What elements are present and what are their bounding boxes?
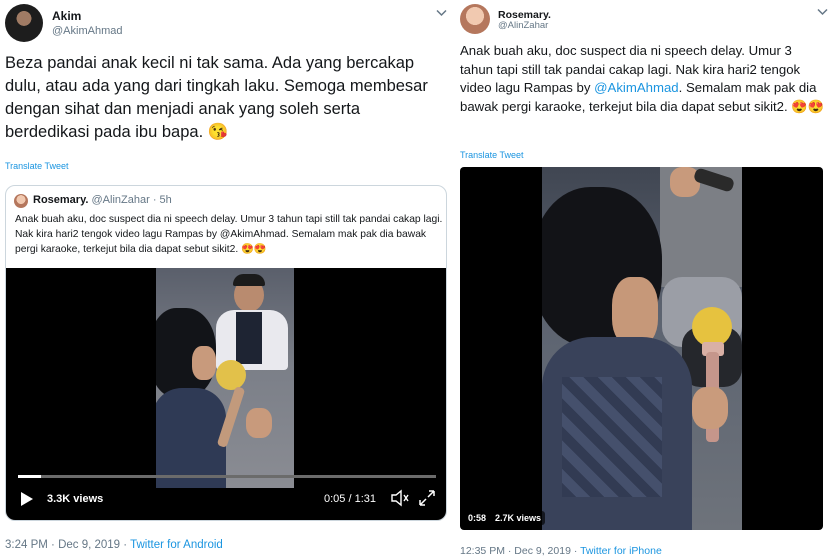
quoted-text: Anak buah aku, doc suspect dia ni speech… [15,214,443,255]
tweet-time[interactable]: 12:35 PM [460,545,505,557]
author-handle[interactable]: @AkimAhmad [52,25,122,37]
quoted-author-handle: @AlinZahar [91,194,150,206]
video-player[interactable]: 0:58 2.7K views [460,167,823,530]
video-time: 0:05 / 1:31 [324,493,376,505]
quoted-header: Rosemary. @AlinZahar · 5h [33,194,172,206]
quoted-age: 5h [159,194,172,206]
translate-tweet-link[interactable]: Translate Tweet [5,161,69,171]
author-handle[interactable]: @AlinZahar [498,20,548,31]
quoted-author-name: Rosemary. [33,194,89,206]
view-count-badge: 2.7K views [491,511,546,525]
avatar[interactable] [460,4,490,34]
chevron-down-icon[interactable] [436,8,447,20]
fullscreen-icon[interactable] [418,489,436,507]
tweet-source-link[interactable]: Twitter for iPhone [580,545,662,557]
video-duration-badge: 0:58 [464,511,491,525]
play-icon[interactable] [20,491,34,507]
video-player[interactable]: 3.3K views 0:05 / 1:31 [6,268,446,520]
author-name[interactable]: Akim [52,9,81,23]
video-frame [156,268,294,488]
chevron-down-icon[interactable] [817,7,828,19]
tweet-source-link[interactable]: Twitter for Android [130,539,223,551]
mention-link[interactable]: @AkimAhmad [594,80,678,95]
avatar[interactable] [5,4,43,42]
volume-icon[interactable] [390,489,410,507]
video-frame [542,167,742,530]
tweet-footer: 3:24 PM · Dec 9, 2019 · Twitter for Andr… [5,539,223,551]
tweet-time[interactable]: 3:24 PM [5,539,48,551]
quoted-avatar [14,194,28,208]
translate-tweet-link[interactable]: Translate Tweet [460,150,524,160]
tweet-date[interactable]: Dec 9, 2019 [514,545,571,557]
progress-bar[interactable] [18,475,436,478]
right-tweet: Rosemary. @AlinZahar Anak buah aku, doc … [453,0,830,559]
left-tweet: Akim @AkimAhmad Beza pandai anak kecil n… [0,0,450,559]
tweet-text: Anak buah aku, doc suspect dia ni speech… [460,42,826,116]
tweet-date[interactable]: Dec 9, 2019 [58,539,120,551]
view-count: 3.3K views [47,493,104,505]
progress-fill [18,475,41,478]
tweet-footer: 12:35 PM · Dec 9, 2019 · Twitter for iPh… [460,545,662,557]
tweet-text: Beza pandai anak kecil ni tak sama. Ada … [5,54,428,141]
quoted-tweet[interactable]: Rosemary. @AlinZahar · 5h Anak buah aku,… [5,185,447,521]
